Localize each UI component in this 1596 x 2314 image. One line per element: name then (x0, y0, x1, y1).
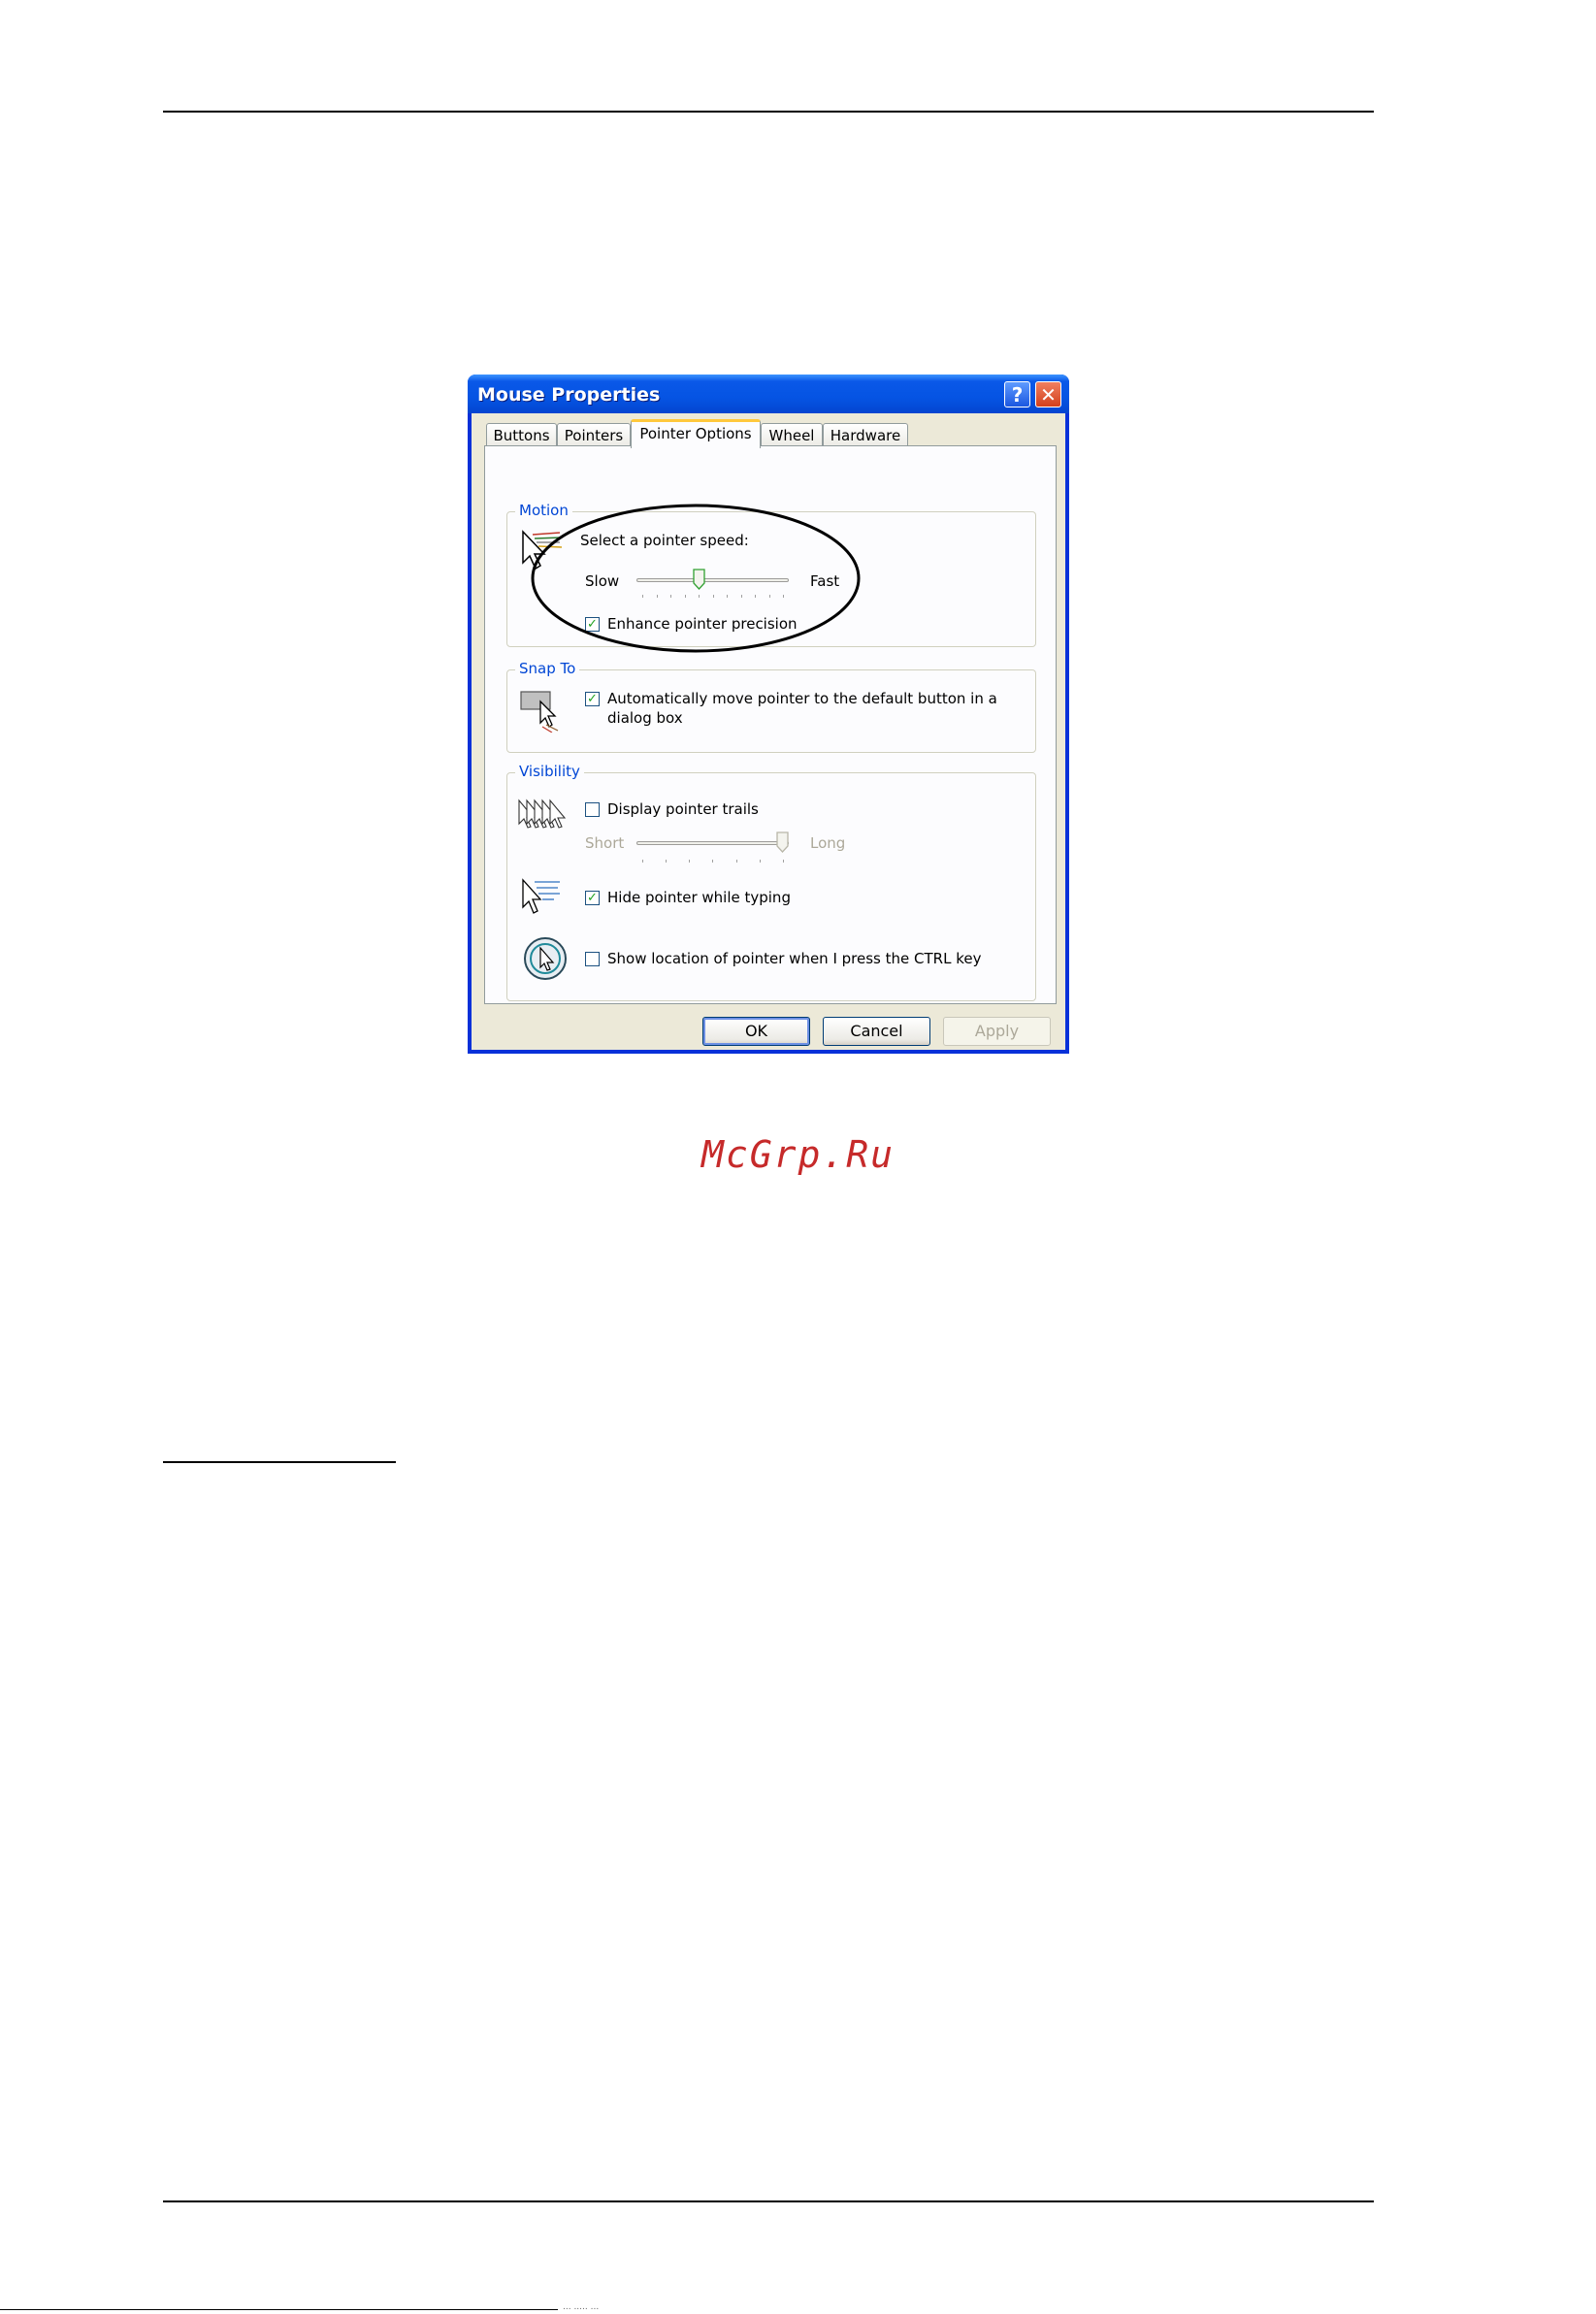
bottom-rule (163, 2200, 1374, 2202)
apply-button[interactable]: Apply (943, 1017, 1051, 1046)
title-bar[interactable]: Mouse Properties ? ✕ (468, 375, 1069, 413)
visibility-group: Visibility Display pointer trails Short … (506, 763, 1036, 1001)
trail-length-slider[interactable] (636, 841, 789, 845)
trail-length-thumb[interactable] (776, 831, 789, 853)
ctrl-location-label[interactable]: Show location of pointer when I press th… (607, 950, 981, 967)
help-button[interactable]: ? (1004, 381, 1030, 407)
trail-length-ticks (642, 860, 784, 864)
footnote-rule (163, 1461, 396, 1463)
ctrl-location-checkbox[interactable] (585, 952, 600, 966)
tab-pointers[interactable]: Pointers (557, 423, 631, 446)
highlight-ellipse (531, 503, 861, 658)
mouse-properties-dialog: Mouse Properties ? ✕ Buttons Pointers Po… (468, 375, 1069, 1054)
watermark: McGrp.Ru (700, 1133, 896, 1176)
short-label: Short (585, 834, 625, 852)
snap-to-group-title: Snap To (515, 660, 580, 677)
motion-group: Motion Select a pointer speed: Slow Fast… (506, 502, 1036, 653)
long-label: Long (810, 834, 846, 852)
footer-rule (0, 2309, 558, 2310)
tab-wheel[interactable]: Wheel (761, 423, 823, 446)
pointer-trails-label[interactable]: Display pointer trails (607, 800, 759, 818)
tab-buttons[interactable]: Buttons (486, 423, 557, 446)
snap-to-group: Snap To ✓ Automatically move pointer to … (506, 660, 1036, 753)
snap-to-label-line1[interactable]: Automatically move pointer to the defaul… (607, 690, 997, 707)
close-button[interactable]: ✕ (1035, 381, 1061, 407)
hide-pointer-label[interactable]: Hide pointer while typing (607, 889, 791, 906)
hide-pointer-checkbox[interactable]: ✓ (585, 891, 600, 905)
pointer-trails-checkbox[interactable] (585, 802, 600, 817)
dialog-title: Mouse Properties (477, 384, 661, 406)
dialog-body: Buttons Pointers Pointer Options Wheel H… (472, 413, 1065, 1050)
tab-hardware[interactable]: Hardware (823, 423, 908, 446)
footer-text: ... ..... ... (563, 2302, 600, 2312)
snap-to-checkbox[interactable]: ✓ (585, 692, 600, 706)
ok-button[interactable]: OK (702, 1017, 810, 1046)
pointer-trails-icon (517, 795, 570, 837)
pointer-location-icon (523, 936, 568, 985)
pointer-options-panel: Motion Select a pointer speed: Slow Fast… (484, 445, 1057, 1004)
visibility-group-title: Visibility (515, 763, 584, 780)
tab-pointer-options[interactable]: Pointer Options (631, 419, 761, 448)
snap-to-icon (519, 688, 564, 736)
cancel-button[interactable]: Cancel (823, 1017, 930, 1046)
snap-to-label-line2[interactable]: dialog box (607, 709, 683, 727)
hide-pointer-icon (519, 878, 564, 923)
top-rule (163, 111, 1374, 113)
